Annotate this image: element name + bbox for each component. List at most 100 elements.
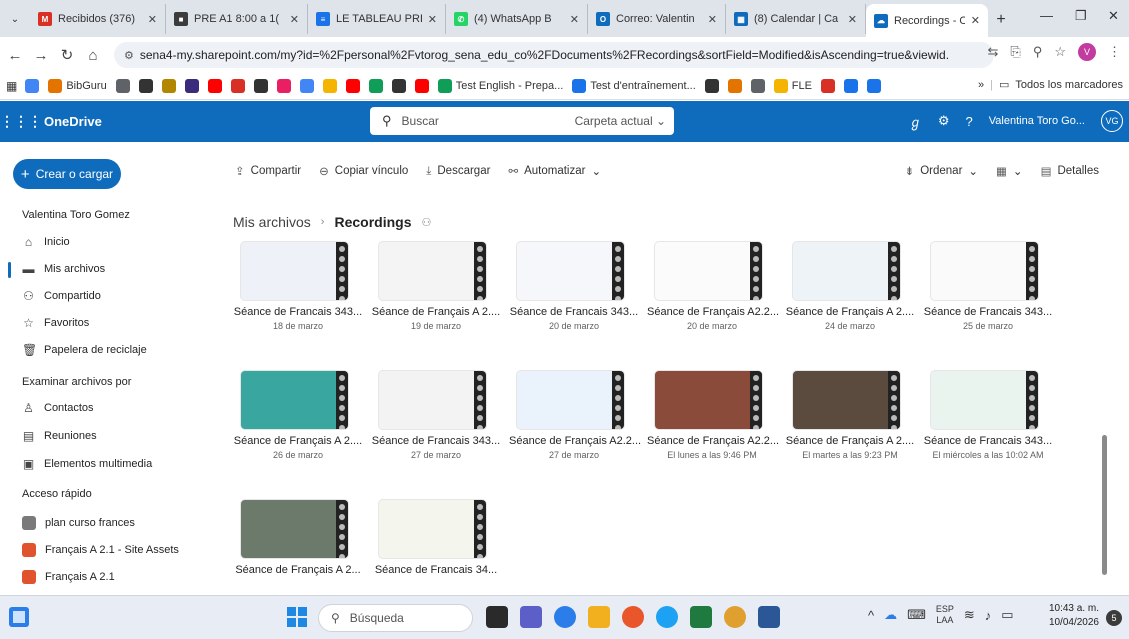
bookmark-item[interactable] — [299, 79, 314, 93]
browser-tab[interactable]: ✆ (4) WhatsApp B ✕ — [446, 4, 588, 34]
reload-icon[interactable]: ↻ — [56, 46, 78, 64]
file-name[interactable]: Séance de Francais 343... — [509, 306, 639, 318]
bookmark-item[interactable] — [866, 79, 881, 93]
file-name[interactable]: Séance de Francais 343... — [371, 435, 501, 447]
windows-start-icon[interactable] — [287, 607, 307, 627]
video-thumbnail[interactable] — [379, 371, 486, 429]
office-icon[interactable] — [622, 606, 644, 628]
bookmark-item[interactable] — [184, 79, 199, 93]
user-name[interactable]: Valentina Toro Go... — [989, 115, 1085, 127]
bookmark-item[interactable]: Test English - Prepa... — [437, 79, 563, 93]
sidebar-nav-item-4[interactable]: 🗑 Papelera de reciclaje — [22, 343, 147, 357]
bookmark-item[interactable]: FLE — [773, 79, 812, 93]
bookmark-item[interactable] — [704, 79, 719, 93]
video-thumbnail[interactable] — [379, 242, 486, 300]
bookmark-item[interactable] — [161, 79, 176, 93]
bookmark-item[interactable] — [322, 79, 337, 93]
site-info-icon[interactable]: ⚙ — [124, 49, 134, 62]
browser-tab[interactable]: ☁ Recordings - On ✕ — [866, 4, 988, 37]
bookmark-item[interactable] — [414, 79, 429, 93]
volume-icon[interactable]: ♪ — [985, 608, 992, 623]
share-button[interactable]: ⇪ Compartir — [235, 164, 301, 178]
file-name[interactable]: Séance de Français A 2... — [233, 564, 363, 576]
automate-button[interactable]: ⚯ Automatizar ⌄ — [508, 164, 601, 178]
file-name[interactable]: Séance de Français A2.2... — [647, 306, 779, 318]
bookmark-item[interactable] — [391, 79, 406, 93]
teams-icon[interactable] — [520, 606, 542, 628]
search-input[interactable]: ⚲ Buscar Carpeta actual ⌄ — [370, 107, 674, 135]
tab-close-icon[interactable]: ✕ — [148, 13, 157, 26]
create-upload-button[interactable]: + Crear o cargar — [13, 159, 121, 189]
close-window-icon[interactable]: ✕ — [1108, 8, 1119, 24]
bookmark-item[interactable] — [368, 79, 383, 93]
help-icon[interactable]: ? — [966, 114, 973, 129]
tab-search-chevron-icon[interactable]: ⌄ — [0, 4, 30, 34]
video-thumbnail[interactable] — [379, 500, 486, 558]
file-name[interactable]: Séance de Francais 34... — [371, 564, 501, 576]
bookmark-item[interactable] — [345, 79, 360, 93]
bookmark-item[interactable] — [843, 79, 858, 93]
settings-gear-icon[interactable]: ⚙ — [938, 113, 950, 129]
sidebar-nav-item-1[interactable]: ▬ Mis archivos — [22, 262, 106, 276]
bookmark-item[interactable] — [276, 79, 291, 93]
sort-button[interactable]: ⇟ Ordenar ⌄ — [905, 164, 978, 178]
excel-icon[interactable] — [690, 606, 712, 628]
bookmark-star-icon[interactable]: ☆ — [1054, 44, 1066, 60]
breadcrumb-root[interactable]: Mis archivos — [233, 214, 311, 230]
file-name[interactable]: Séance de Français A2.2... — [509, 435, 641, 447]
file-name[interactable]: Séance de Français A2.2... — [647, 435, 779, 447]
tab-close-icon[interactable]: ✕ — [290, 13, 299, 26]
bookmark-item[interactable] — [115, 79, 130, 93]
back-icon[interactable]: ← — [4, 47, 26, 64]
video-thumbnail[interactable] — [793, 242, 900, 300]
onedrive-tray-icon[interactable]: ☁ — [884, 607, 897, 623]
video-thumbnail[interactable] — [517, 371, 624, 429]
video-thumbnail[interactable] — [931, 371, 1038, 429]
browser-tab[interactable]: ■ PRE A1 8:00 a 1(✕ — [166, 4, 308, 34]
file-name[interactable]: Séance de Français A 2.... — [371, 306, 501, 318]
premium-icon[interactable]: ℊ — [909, 112, 922, 131]
video-thumbnail[interactable] — [517, 242, 624, 300]
onedrive-brand[interactable]: OneDrive — [44, 114, 102, 129]
apps-grid-icon[interactable]: ▦ — [6, 79, 17, 93]
tray-overflow-icon[interactable]: ^ — [868, 608, 874, 623]
tab-close-icon[interactable]: ✕ — [708, 13, 717, 26]
clock[interactable]: 10:43 a. m. 10/04/2026 — [1049, 602, 1099, 630]
battery-icon[interactable]: ▭ — [1001, 607, 1013, 623]
notification-badge[interactable]: 5 — [1106, 610, 1122, 626]
widgets-icon[interactable] — [6, 604, 32, 630]
video-thumbnail[interactable] — [655, 242, 762, 300]
copy-link-button[interactable]: ⊖ Copiar vínculo — [319, 164, 408, 178]
browser-menu-icon[interactable]: ⋮ — [1108, 44, 1121, 60]
sidebar-browse-item-2[interactable]: ▣ Elementos multimedia — [22, 457, 152, 471]
browser-tab[interactable]: ≡ LE TABLEAU PRE ✕ — [308, 4, 446, 34]
bookmarks-overflow-button[interactable]: » — [978, 79, 984, 91]
browser-tab[interactable]: ▦ (8) Calendar | Ca ✕ — [726, 4, 866, 34]
quick-access-item[interactable]: plan curso frances — [22, 516, 135, 530]
bookmark-item[interactable]: BibGuru — [48, 79, 107, 93]
chrome-icon[interactable] — [724, 606, 746, 628]
url-bar[interactable]: ⚙ sena4-my.sharepoint.com/my?id=%2Fperso… — [114, 42, 994, 68]
view-toggle-button[interactable]: ▦ ⌄ — [996, 164, 1023, 178]
tab-close-icon[interactable]: ✕ — [570, 13, 579, 26]
bookmark-item[interactable] — [727, 79, 742, 93]
new-tab-button[interactable]: + — [988, 11, 1014, 29]
bookmark-item[interactable] — [207, 79, 222, 93]
taskbar-search-input[interactable]: ⚲ Búsqueda — [318, 604, 473, 632]
bookmark-item[interactable] — [253, 79, 268, 93]
sidebar-browse-item-1[interactable]: ▤ Reuniones — [22, 429, 97, 443]
quick-access-item[interactable]: Français A 2.1 — [22, 570, 115, 584]
edge-icon[interactable] — [656, 606, 678, 628]
task-view-icon[interactable] — [486, 606, 508, 628]
file-name[interactable]: Séance de Français A 2.... — [785, 306, 915, 318]
profile-avatar[interactable]: V — [1078, 43, 1096, 61]
bookmark-item[interactable] — [25, 79, 40, 93]
file-name[interactable]: Séance de Francais 343... — [233, 306, 363, 318]
browser-tab[interactable]: O Correo: Valentin ✕ — [588, 4, 726, 34]
details-button[interactable]: ▤ Detalles — [1041, 164, 1099, 178]
forward-icon[interactable]: → — [30, 47, 52, 64]
download-button[interactable]: ⤓ Descargar — [426, 165, 490, 178]
keyboard-icon[interactable]: ⌨ — [907, 607, 926, 623]
file-explorer-icon[interactable] — [588, 606, 610, 628]
quick-access-item[interactable]: Français A 2.1 - Site Assets — [22, 543, 179, 557]
